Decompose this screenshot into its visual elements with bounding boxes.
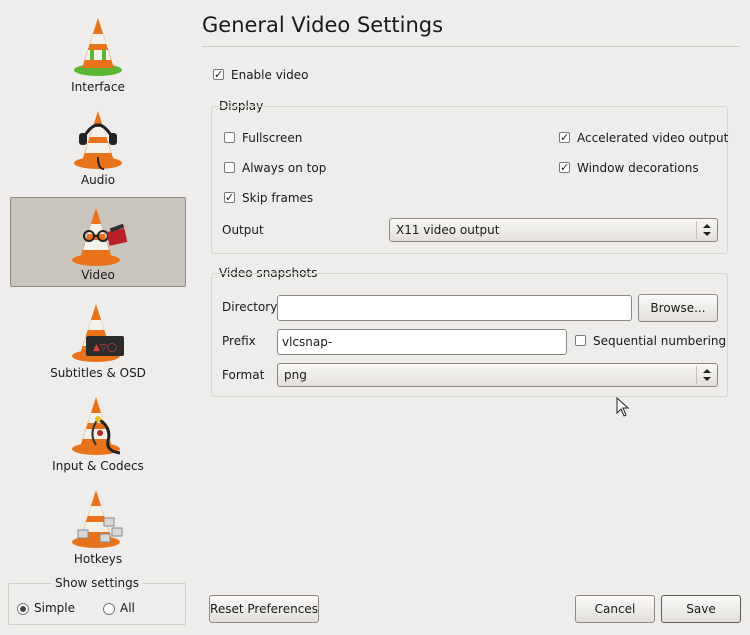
reset-preferences-button[interactable]: Reset Preferences: [209, 595, 319, 623]
directory-label: Directory: [222, 300, 278, 314]
cone-interface-icon: [74, 18, 122, 76]
sequential-numbering-label: Sequential numbering: [593, 334, 727, 348]
svg-text:▲▽◯: ▲▽◯: [93, 343, 117, 353]
cone-cable-icon: [72, 397, 121, 455]
output-select-value: X11 video output: [396, 223, 500, 237]
category-sidebar: Interface Audio Video ▲▽◯ Subtitles & OS…: [8, 8, 188, 573]
sidebar-item-label: Subtitles & OSD: [50, 366, 146, 380]
reset-preferences-label: Reset Preferences: [210, 602, 318, 616]
sidebar-item-label: Input & Codecs: [52, 459, 144, 473]
mouse-pointer-icon: [616, 397, 630, 417]
sidebar-item-label: Audio: [80, 173, 116, 187]
sidebar-item-label: Hotkeys: [73, 552, 123, 566]
save-button[interactable]: Save: [661, 595, 741, 623]
title-divider: [202, 46, 740, 47]
window-decorations-label: Window decorations: [577, 161, 699, 175]
page-title: General Video Settings: [202, 13, 444, 37]
fullscreen-checkbox[interactable]: [224, 132, 235, 143]
select-arrows-icon: [696, 221, 717, 239]
browse-button[interactable]: Browse...: [638, 294, 718, 322]
cone-headphones-icon: [74, 111, 122, 170]
show-settings-title: Show settings: [50, 576, 144, 590]
format-label: Format: [222, 368, 265, 382]
sidebar-item-label: Video: [81, 268, 115, 282]
enable-video-label: Enable video: [231, 68, 309, 82]
cancel-button[interactable]: Cancel: [575, 595, 655, 623]
skip-frames-checkbox[interactable]: ✓: [224, 192, 235, 203]
always-on-top-checkbox[interactable]: [224, 162, 235, 173]
prefix-label: Prefix: [222, 334, 256, 348]
output-label: Output: [222, 223, 264, 237]
prefix-field[interactable]: [278, 330, 566, 354]
directory-input[interactable]: [277, 295, 632, 321]
prefix-input[interactable]: [277, 329, 567, 355]
sidebar-item-hotkeys[interactable]: Hotkeys: [10, 480, 186, 570]
sidebar-item-interface[interactable]: Interface: [10, 8, 186, 98]
cone-subtitles-icon: ▲▽◯: [72, 304, 124, 362]
skip-frames-label: Skip frames: [242, 191, 314, 205]
accelerated-output-label: Accelerated video output: [577, 131, 729, 145]
cancel-label: Cancel: [594, 602, 636, 616]
sidebar-item-video[interactable]: Video: [10, 197, 186, 287]
sidebar-item-subtitles-osd[interactable]: ▲▽◯ Subtitles & OSD: [10, 294, 186, 384]
all-radio[interactable]: [103, 603, 115, 615]
sidebar-item-input-codecs[interactable]: Input & Codecs: [10, 387, 186, 477]
sequential-numbering-checkbox[interactable]: [575, 335, 586, 346]
format-select[interactable]: png: [277, 363, 718, 387]
all-label: All: [120, 601, 135, 615]
accelerated-output-checkbox[interactable]: ✓: [559, 132, 570, 143]
fullscreen-label: Fullscreen: [242, 131, 303, 145]
directory-field[interactable]: [278, 296, 631, 320]
select-arrows-icon: [696, 366, 717, 384]
sidebar-item-audio[interactable]: Audio: [10, 101, 186, 191]
always-on-top-label: Always on top: [242, 161, 327, 175]
cone-glasses-film-icon: [72, 208, 128, 266]
output-select[interactable]: X11 video output: [389, 218, 718, 242]
save-label: Save: [686, 602, 716, 616]
simple-label: Simple: [34, 601, 75, 615]
window-decorations-checkbox[interactable]: ✓: [559, 162, 570, 173]
show-settings-group: Show settings Simple All: [8, 576, 186, 625]
cone-keyboard-icon: [72, 490, 123, 548]
simple-radio[interactable]: [17, 603, 29, 615]
sidebar-item-label: Interface: [71, 80, 125, 94]
enable-video-checkbox[interactable]: ✓: [213, 69, 224, 80]
format-select-value: png: [284, 368, 307, 382]
